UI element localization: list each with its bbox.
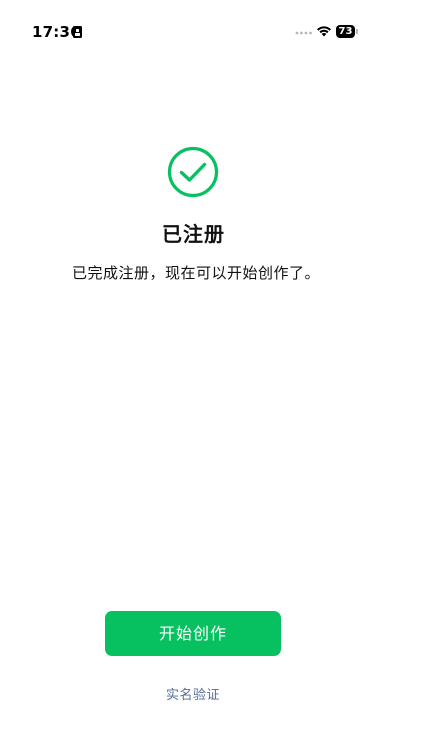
battery-cap (356, 29, 358, 34)
start-creating-button[interactable]: 开始创作 (105, 611, 281, 656)
wifi-icon (317, 26, 331, 37)
check-circle-icon (167, 146, 219, 198)
registration-message: 已完成注册，现在可以开始创作了。 (71, 264, 320, 282)
page-title: 已注册 (162, 222, 225, 246)
sim-card-icon (73, 26, 82, 38)
real-name-verification-link[interactable]: 实名验证 (150, 684, 236, 703)
battery-icon: 73 (336, 25, 360, 38)
battery-level: 73 (336, 25, 355, 38)
cellular-signal-icon (295, 31, 312, 35)
status-bar: 17:36 73 (0, 0, 431, 60)
